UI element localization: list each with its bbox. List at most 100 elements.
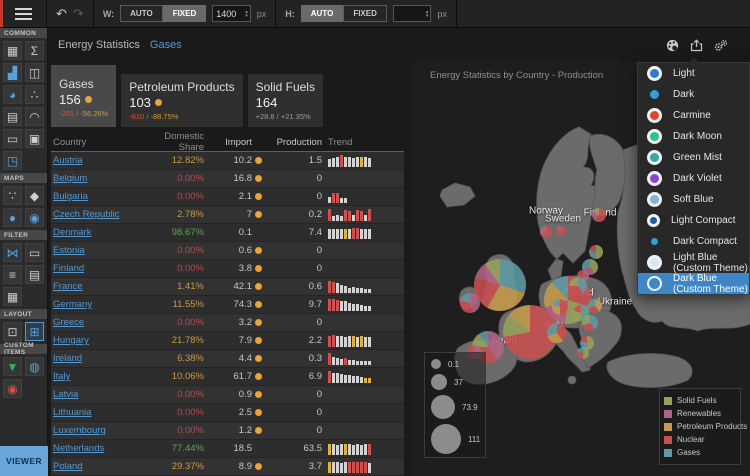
funnel-icon[interactable]: ▼ <box>3 357 22 376</box>
theme-option-dark[interactable]: Dark <box>638 84 749 105</box>
map-pie[interactable] <box>569 277 587 295</box>
map-pie[interactable] <box>540 226 552 238</box>
table-row[interactable]: Belgium0.00%16.80 <box>51 170 404 188</box>
theme-option-dark-compact[interactable]: Dark Compact <box>638 231 749 252</box>
card-gases[interactable]: Gases156-201 / -56.26% <box>51 65 116 127</box>
card-solid-fuels[interactable]: Solid Fuels164+28.8 / +21.35% <box>248 74 323 127</box>
theme-option-dark-violet[interactable]: Dark Violet <box>638 168 749 189</box>
table-row[interactable]: Bulgaria0.00%2.10 <box>51 188 404 206</box>
height-fixed-button[interactable]: FIXED <box>343 5 387 22</box>
treeview-icon[interactable]: ▤ <box>25 265 44 284</box>
map-pie[interactable] <box>582 315 598 331</box>
choropleth-map-icon[interactable]: ◆ <box>25 186 44 205</box>
table-row[interactable]: Luxembourg0.00%1.20 <box>51 422 404 440</box>
map-pie[interactable] <box>460 293 480 313</box>
country-link[interactable]: Italy <box>53 371 70 382</box>
map-pie[interactable] <box>552 299 568 315</box>
country-link[interactable]: Denmark <box>53 227 92 238</box>
grid-icon[interactable]: ▦ <box>3 41 22 60</box>
table-row[interactable]: Ireland6.38%4.40.3 <box>51 350 404 368</box>
country-link[interactable]: Ireland <box>53 353 82 364</box>
parameters-icon[interactable] <box>714 39 728 52</box>
menu-button[interactable] <box>0 0 46 28</box>
redo-icon[interactable]: ↷ <box>73 7 84 20</box>
theme-option-carmine[interactable]: Carmine <box>638 105 749 126</box>
scatter-point-icon[interactable]: ∴ <box>25 85 44 104</box>
country-link[interactable]: Estonia <box>53 245 85 256</box>
height-input[interactable] <box>394 9 426 19</box>
country-link[interactable]: Finland <box>53 263 84 274</box>
theme-option-dark-blue-custom-theme[interactable]: Dark Blue (Custom Theme) <box>638 273 749 294</box>
pie-icon[interactable]: ◕ <box>3 85 22 104</box>
width-input[interactable] <box>213 9 245 19</box>
bubble-map-icon[interactable]: ● <box>3 208 22 227</box>
text-box-icon[interactable]: ▭ <box>3 129 22 148</box>
pie-map-icon[interactable]: ◉ <box>25 208 44 227</box>
table-row[interactable]: Czech Republic2.78%70.2 <box>51 206 404 224</box>
scatter-chart-icon[interactable]: ◫ <box>25 63 44 82</box>
country-link[interactable]: Hungary <box>53 335 89 346</box>
table-row[interactable]: Poland29.37%8.93.7 <box>51 458 404 476</box>
country-link[interactable]: Luxembourg <box>53 425 106 436</box>
map-pie[interactable] <box>556 226 566 236</box>
map-pie[interactable] <box>592 208 606 222</box>
table-row[interactable]: Greece0.00%3.20 <box>51 314 404 332</box>
table-row[interactable]: Finland0.00%3.80 <box>51 260 404 278</box>
chart-icon[interactable]: ▟ <box>3 63 22 82</box>
width-spin-down-icon[interactable]: ▾ <box>245 14 248 18</box>
webpage-icon[interactable]: ◍ <box>25 357 44 376</box>
table-row[interactable]: Germany11.55%74.39.7 <box>51 296 404 314</box>
map-pie[interactable] <box>588 299 602 313</box>
country-link[interactable]: Greece <box>53 317 84 328</box>
group-icon[interactable]: ⊡ <box>3 322 22 341</box>
country-link[interactable]: France <box>53 281 83 292</box>
theme-option-light-blue-custom-theme[interactable]: Light Blue (Custom Theme) <box>638 252 749 273</box>
gauge-icon[interactable]: ◠ <box>25 107 44 126</box>
date-filter-icon[interactable]: ▦ <box>3 287 22 306</box>
theme-option-light-compact[interactable]: Light Compact <box>638 210 749 231</box>
country-link[interactable]: Austria <box>53 155 83 166</box>
country-link[interactable]: Lithuania <box>53 407 92 418</box>
table-row[interactable]: France1.41%42.10.6 <box>51 278 404 296</box>
table-row[interactable]: Latvia0.00%0.90 <box>51 386 404 404</box>
width-fixed-button[interactable]: FIXED <box>163 5 207 22</box>
height-spin-down-icon[interactable]: ▾ <box>426 14 429 18</box>
width-auto-button[interactable]: AUTO <box>120 5 163 22</box>
theme-option-light[interactable]: Light <box>638 63 749 84</box>
map-pie[interactable] <box>547 323 567 343</box>
listbox-icon[interactable]: ≡ <box>3 265 22 284</box>
table-row[interactable]: Estonia0.00%0.60 <box>51 242 404 260</box>
range-filter-icon[interactable]: ⋈ <box>3 243 22 262</box>
map-pie[interactable] <box>589 245 603 259</box>
country-link[interactable]: Latvia <box>53 389 78 400</box>
table-row[interactable]: Denmark98.67%0.17.4 <box>51 224 404 242</box>
table-row[interactable]: Austria12.82%10.21.5 <box>51 152 404 170</box>
tab-gases[interactable]: Gases <box>150 39 182 51</box>
country-link[interactable]: Germany <box>53 299 92 310</box>
table-row[interactable]: Hungary21.78%7.92.2 <box>51 332 404 350</box>
bound-image-icon[interactable]: ◳ <box>3 151 22 170</box>
pivot-icon[interactable]: Σ <box>25 41 44 60</box>
palette-icon[interactable] <box>666 39 679 52</box>
height-auto-button[interactable]: AUTO <box>301 5 344 22</box>
card-petroleum-products[interactable]: Petroleum Products103-810 / -88.75% <box>121 74 242 127</box>
country-link[interactable]: Netherlands <box>53 443 104 454</box>
theme-option-soft-blue[interactable]: Soft Blue <box>638 189 749 210</box>
country-link[interactable]: Poland <box>53 461 83 472</box>
table-row[interactable]: Lithuania0.00%2.50 <box>51 404 404 422</box>
export-icon[interactable] <box>690 39 703 52</box>
tab-container-icon[interactable]: ⊞ <box>25 322 44 341</box>
theme-option-green-mist[interactable]: Green Mist <box>638 147 749 168</box>
country-link[interactable]: Czech Republic <box>53 209 120 220</box>
image-icon[interactable]: ▣ <box>25 129 44 148</box>
table-row[interactable]: Netherlands77.44%18.563.5 <box>51 440 404 458</box>
map-pie[interactable] <box>577 347 589 359</box>
tab-energy-statistics[interactable]: Energy Statistics <box>58 39 140 51</box>
theme-option-dark-moon[interactable]: Dark Moon <box>638 126 749 147</box>
country-link[interactable]: Bulgaria <box>53 191 88 202</box>
viewer-button[interactable]: VIEWER <box>0 446 48 476</box>
table-row[interactable]: Italy10.06%61.76.9 <box>51 368 404 386</box>
card-icon[interactable]: ▤ <box>3 107 22 126</box>
map-pin-icon[interactable]: ◉ <box>3 379 22 398</box>
map-pie[interactable] <box>474 259 526 311</box>
